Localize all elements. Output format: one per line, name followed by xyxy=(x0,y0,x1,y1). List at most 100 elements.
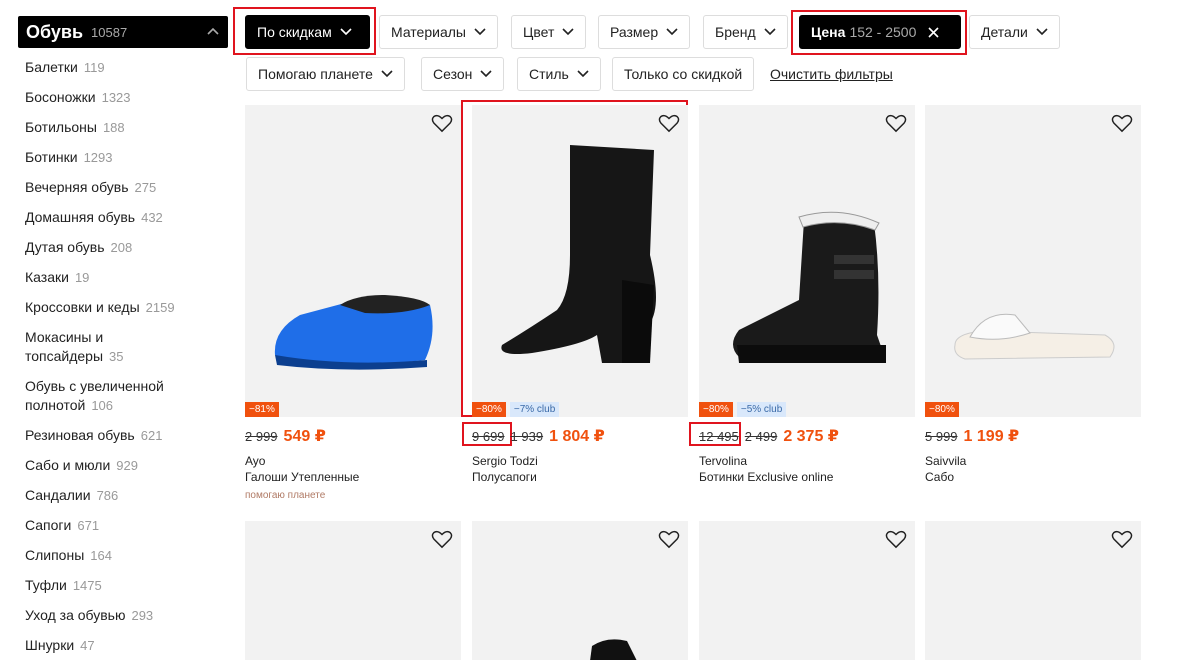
planet-filter[interactable]: Помогаю планете xyxy=(246,57,405,91)
category-item[interactable]: Кроссовки и кеды 2159 xyxy=(25,298,228,317)
category-item[interactable]: Вечерняя обувь 275 xyxy=(25,178,228,197)
season-filter[interactable]: Сезон xyxy=(421,57,505,91)
category-item[interactable]: Сапоги 671 xyxy=(25,516,228,535)
category-count: 208 xyxy=(110,240,133,255)
chevron-up-icon xyxy=(207,27,219,35)
product-name: Сабо xyxy=(925,470,955,484)
planet-label: Помогаю планете xyxy=(258,66,373,82)
chevron-down-icon xyxy=(577,70,589,78)
product-card[interactable] xyxy=(699,521,915,660)
category-label: Вечерняя обувь xyxy=(25,179,129,195)
badges: −80% −7% club xyxy=(472,402,560,417)
price-filter[interactable]: Цена 152 - 2500 xyxy=(799,15,961,49)
category-item[interactable]: Уход за обувью 293 xyxy=(25,606,228,625)
product-card[interactable]: −80% −5% club 12 495 2 499 2 375 ₽ Tervo… xyxy=(699,105,915,484)
heart-icon[interactable] xyxy=(1111,113,1133,133)
badges: −81% xyxy=(245,402,279,417)
old-price: 2 999 xyxy=(245,429,278,444)
details-filter[interactable]: Детали xyxy=(969,15,1060,49)
category-item[interactable]: Мокасины и топсайдеры 35 xyxy=(25,328,205,366)
category-count: 929 xyxy=(116,458,138,473)
category-item[interactable]: Балетки 119 xyxy=(25,58,228,77)
category-count: 10587 xyxy=(91,24,128,40)
style-label: Стиль xyxy=(529,66,569,82)
category-item[interactable]: Ботинки 1293 xyxy=(25,148,228,167)
category-item[interactable]: Казаки 19 xyxy=(25,268,228,287)
discount-only-label: Только со скидкой xyxy=(624,66,743,82)
style-filter[interactable]: Стиль xyxy=(517,57,601,91)
category-label: Ботинки xyxy=(25,149,78,165)
discount-badge: −81% xyxy=(245,402,279,417)
category-count: 2159 xyxy=(145,300,175,315)
color-filter[interactable]: Цвет xyxy=(511,15,587,49)
product-card[interactable]: −81% 2 999 549 ₽ Ayo Галоши Утепленные п… xyxy=(245,105,461,501)
heart-icon[interactable] xyxy=(431,113,453,133)
heart-icon[interactable] xyxy=(885,529,907,549)
chevron-down-icon xyxy=(474,28,486,36)
club-badge: −5% club xyxy=(736,402,787,417)
product-card[interactable]: −80% 5 999 1 199 ₽ Saivvila Сабо xyxy=(925,105,1141,484)
heart-icon[interactable] xyxy=(1111,529,1133,549)
brand-label: Бренд xyxy=(715,24,756,40)
old-price: 5 999 xyxy=(925,429,958,444)
materials-label: Материалы xyxy=(391,24,466,40)
category-item[interactable]: Слипоны 164 xyxy=(25,546,228,565)
product-name: Полусапоги xyxy=(472,470,537,484)
materials-filter[interactable]: Материалы xyxy=(379,15,498,49)
chevron-down-icon xyxy=(562,28,574,36)
product-card[interactable]: −80% −7% club 9 699 1 939 1 804 ₽ Sergio… xyxy=(472,105,688,484)
heart-icon[interactable] xyxy=(885,113,907,133)
heart-icon[interactable] xyxy=(658,113,680,133)
chevron-down-icon xyxy=(340,28,352,36)
product-image[interactable] xyxy=(925,521,1141,660)
brand-filter[interactable]: Бренд xyxy=(703,15,788,49)
sort-label: По скидкам xyxy=(257,24,332,40)
product-image[interactable] xyxy=(472,521,688,660)
close-icon[interactable] xyxy=(928,26,939,38)
product-image[interactable]: −80% xyxy=(925,105,1141,417)
category-item[interactable]: Сандалии 786 xyxy=(25,486,228,505)
current-price: 1 199 ₽ xyxy=(963,428,1020,445)
category-label: Сапоги xyxy=(25,517,72,533)
category-header[interactable]: Обувь 10587 xyxy=(18,16,228,48)
price-filter-label: Цена xyxy=(811,24,846,40)
category-label: Сабо и мюли xyxy=(25,457,111,473)
category-item[interactable]: Сабо и мюли 929 xyxy=(25,456,228,475)
product-image[interactable] xyxy=(699,521,915,660)
clear-filters-link[interactable]: Очистить фильтры xyxy=(770,66,893,82)
category-count: 35 xyxy=(109,349,124,364)
category-count: 188 xyxy=(102,120,125,135)
product-card[interactable] xyxy=(245,521,461,660)
product-image[interactable]: −80% −5% club xyxy=(699,105,915,417)
heart-icon[interactable] xyxy=(658,529,680,549)
category-label: Шнурки xyxy=(25,637,75,653)
discount-only-toggle[interactable]: Только со скидкой xyxy=(612,57,755,91)
category-item[interactable]: Босоножки 1323 xyxy=(25,88,228,107)
category-item[interactable]: Шнурки 47 xyxy=(25,636,228,655)
product-card[interactable] xyxy=(925,521,1141,660)
category-item[interactable]: Ботильоны 188 xyxy=(25,118,228,137)
product-image[interactable]: −81% xyxy=(245,105,461,417)
heart-icon[interactable] xyxy=(431,529,453,549)
category-item[interactable]: Дутая обувь 208 xyxy=(25,238,228,257)
category-item[interactable]: Резиновая обувь 621 xyxy=(25,426,228,445)
category-label: Казаки xyxy=(25,269,69,285)
category-count: 671 xyxy=(77,518,100,533)
category-item[interactable]: Обувь с увеличенной полнотой 106 xyxy=(25,377,215,415)
product-image[interactable] xyxy=(245,521,461,660)
category-label: Балетки xyxy=(25,59,78,75)
size-label: Размер xyxy=(610,24,659,40)
category-label: Босоножки xyxy=(25,89,96,105)
price-row: 2 999 549 ₽ xyxy=(245,426,461,446)
category-item[interactable]: Туфли 1475 xyxy=(25,576,228,595)
product-image[interactable]: −80% −7% club xyxy=(472,105,688,417)
category-item[interactable]: Домашняя обувь 432 xyxy=(25,208,228,227)
product-card[interactable] xyxy=(472,521,688,660)
sort-dropdown[interactable]: По скидкам xyxy=(245,15,370,49)
category-count: 119 xyxy=(83,60,105,75)
size-filter[interactable]: Размер xyxy=(598,15,691,49)
chevron-down-icon xyxy=(1036,28,1048,36)
product-brand: Sergio Todzi xyxy=(472,454,538,468)
category-count: 293 xyxy=(131,608,154,623)
product-brand: Saivvila xyxy=(925,454,967,468)
